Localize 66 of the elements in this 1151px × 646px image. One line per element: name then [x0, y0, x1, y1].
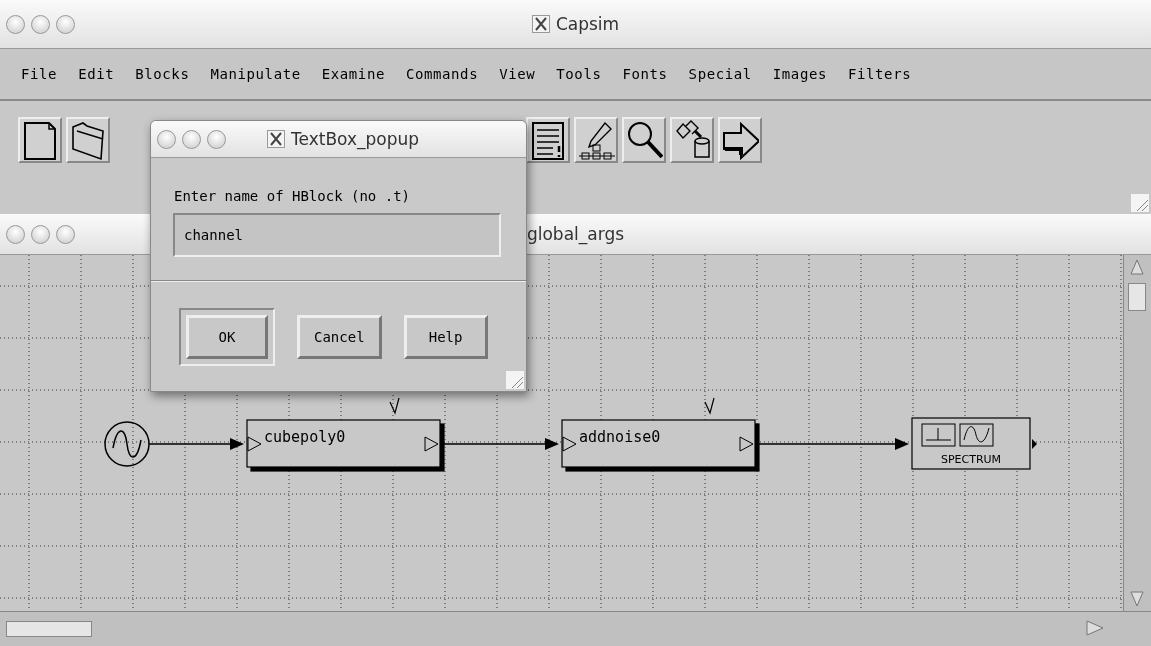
toolbar-button[interactable]: [66, 117, 110, 163]
dialog-button[interactable]: Cancel: [297, 315, 382, 359]
input-port-icon: [247, 436, 262, 452]
window-control-button[interactable]: [6, 14, 25, 34]
arrow-right-icon: [721, 119, 759, 161]
input-port-icon: [562, 436, 577, 452]
window-control-button[interactable]: [56, 14, 75, 34]
window-control-button[interactable]: [157, 129, 176, 149]
dialog-button[interactable]: OK: [186, 315, 268, 359]
check-mark-icon: [704, 397, 715, 415]
axis-display-icon: [921, 423, 956, 447]
toolbar-button[interactable]: [670, 117, 714, 163]
menu-item[interactable]: Commands: [405, 66, 479, 82]
right-arrow-icon[interactable]: [1086, 620, 1104, 636]
folder-icon: [69, 119, 107, 161]
resize-grip-icon[interactable]: [506, 371, 524, 389]
new-file-icon: [21, 119, 59, 161]
output-port-icon: [424, 436, 439, 452]
dialog-title: TextBox_popup: [291, 129, 420, 149]
menu-item[interactable]: View: [499, 66, 536, 82]
toolbar-button[interactable]: [18, 117, 62, 163]
down-arrow-icon[interactable]: [1130, 591, 1144, 607]
window-control-button[interactable]: [207, 129, 226, 149]
window-title: global_args: [526, 224, 625, 244]
scrollbar-thumb[interactable]: [6, 621, 92, 637]
shapes-cylinder-icon: [673, 119, 711, 161]
block-label: cubepoly0: [264, 428, 346, 446]
window-control-button[interactable]: [6, 224, 25, 244]
window-control-button[interactable]: [31, 224, 50, 244]
output-port-icon: [739, 436, 754, 452]
sine-source-icon: [104, 421, 150, 467]
magnifier-icon: [625, 119, 663, 161]
pencil-tree-icon: [577, 119, 615, 161]
toolbar-button[interactable]: [526, 117, 570, 163]
menu-item[interactable]: Blocks: [135, 66, 190, 82]
window-control-button[interactable]: [182, 129, 201, 149]
menu-item[interactable]: Manipulate: [210, 66, 301, 82]
window-control-button[interactable]: [31, 14, 50, 34]
toolbar-button[interactable]: [622, 117, 666, 163]
menu-item[interactable]: Edit: [78, 66, 115, 82]
x-logo-icon: [267, 130, 285, 148]
menu-item[interactable]: Images: [772, 66, 827, 82]
check-mark-icon: [389, 397, 400, 415]
menu-item[interactable]: Filters: [848, 66, 912, 82]
menu-item[interactable]: Fonts: [622, 66, 668, 82]
menu-item[interactable]: File: [21, 66, 58, 82]
dialog-button[interactable]: Help: [403, 315, 488, 359]
up-arrow-icon[interactable]: [1130, 259, 1144, 275]
input-field[interactable]: channel: [173, 213, 501, 257]
window-title: Capsim: [555, 14, 620, 34]
prompt-label: Enter name of HBlock (no .t): [174, 188, 411, 204]
toolbar-button[interactable]: [574, 117, 618, 163]
menu-item[interactable]: Examine: [321, 66, 385, 82]
x-logo-icon: [531, 15, 550, 33]
scrollbar-thumb[interactable]: [1128, 283, 1146, 311]
wave-display-icon: [959, 423, 994, 447]
vertical-scrollbar[interactable]: [1123, 255, 1151, 611]
window-control-button[interactable]: [56, 224, 75, 244]
menu-item[interactable]: Tools: [556, 66, 602, 82]
block-label: addnoise0: [579, 428, 661, 446]
text-lines-icon: [529, 119, 567, 161]
resize-grip-icon[interactable]: [1131, 194, 1149, 212]
toolbar-button[interactable]: [718, 117, 762, 163]
block-label: SPECTRUM: [940, 453, 1002, 466]
menu-item[interactable]: Special: [688, 66, 752, 82]
horizontal-scrollbar[interactable]: [0, 611, 1151, 646]
